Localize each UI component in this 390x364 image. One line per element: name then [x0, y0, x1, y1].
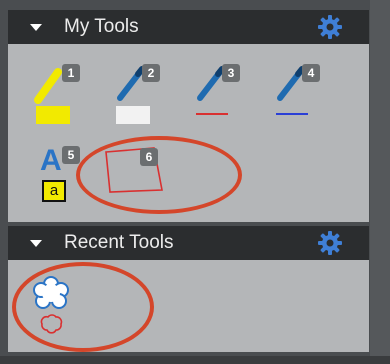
- tool-badge: 1: [62, 64, 80, 82]
- my-tools-panel: 1 2 3 4 A a 5 6: [8, 44, 369, 222]
- tool-badge: 2: [142, 64, 160, 82]
- text-glyph-small: a: [42, 180, 66, 202]
- collapse-triangle-icon[interactable]: [30, 239, 42, 247]
- tool-1-yellow-highlighter[interactable]: 1: [32, 62, 82, 126]
- my-tools-title: My Tools: [64, 16, 139, 37]
- gear-icon[interactable]: [317, 230, 343, 256]
- tool-badge: 4: [302, 64, 320, 82]
- my-tools-header[interactable]: My Tools: [8, 10, 369, 44]
- tool-badge: 5: [62, 146, 80, 164]
- gear-icon[interactable]: [317, 14, 343, 40]
- tool-3-red-pen[interactable]: 3: [192, 62, 242, 126]
- tool-2-white-highlighter[interactable]: 2: [112, 62, 162, 126]
- scrollbar[interactable]: [370, 0, 390, 364]
- bottom-border: [0, 356, 390, 364]
- highlight-ellipse: [12, 262, 154, 352]
- text-glyph-large: A: [40, 144, 62, 177]
- recent-tools-panel: [8, 260, 369, 352]
- collapse-triangle-icon[interactable]: [30, 23, 42, 31]
- tool-4-blue-pen[interactable]: 4: [272, 62, 322, 126]
- highlight-ellipse: [76, 136, 242, 214]
- recent-tools-header[interactable]: Recent Tools: [8, 226, 369, 260]
- tools-pane: My Tools 1 2 3 4 A a 5 6 Recent Tools: [0, 0, 390, 364]
- recent-tools-title: Recent Tools: [64, 232, 174, 253]
- tool-badge: 3: [222, 64, 240, 82]
